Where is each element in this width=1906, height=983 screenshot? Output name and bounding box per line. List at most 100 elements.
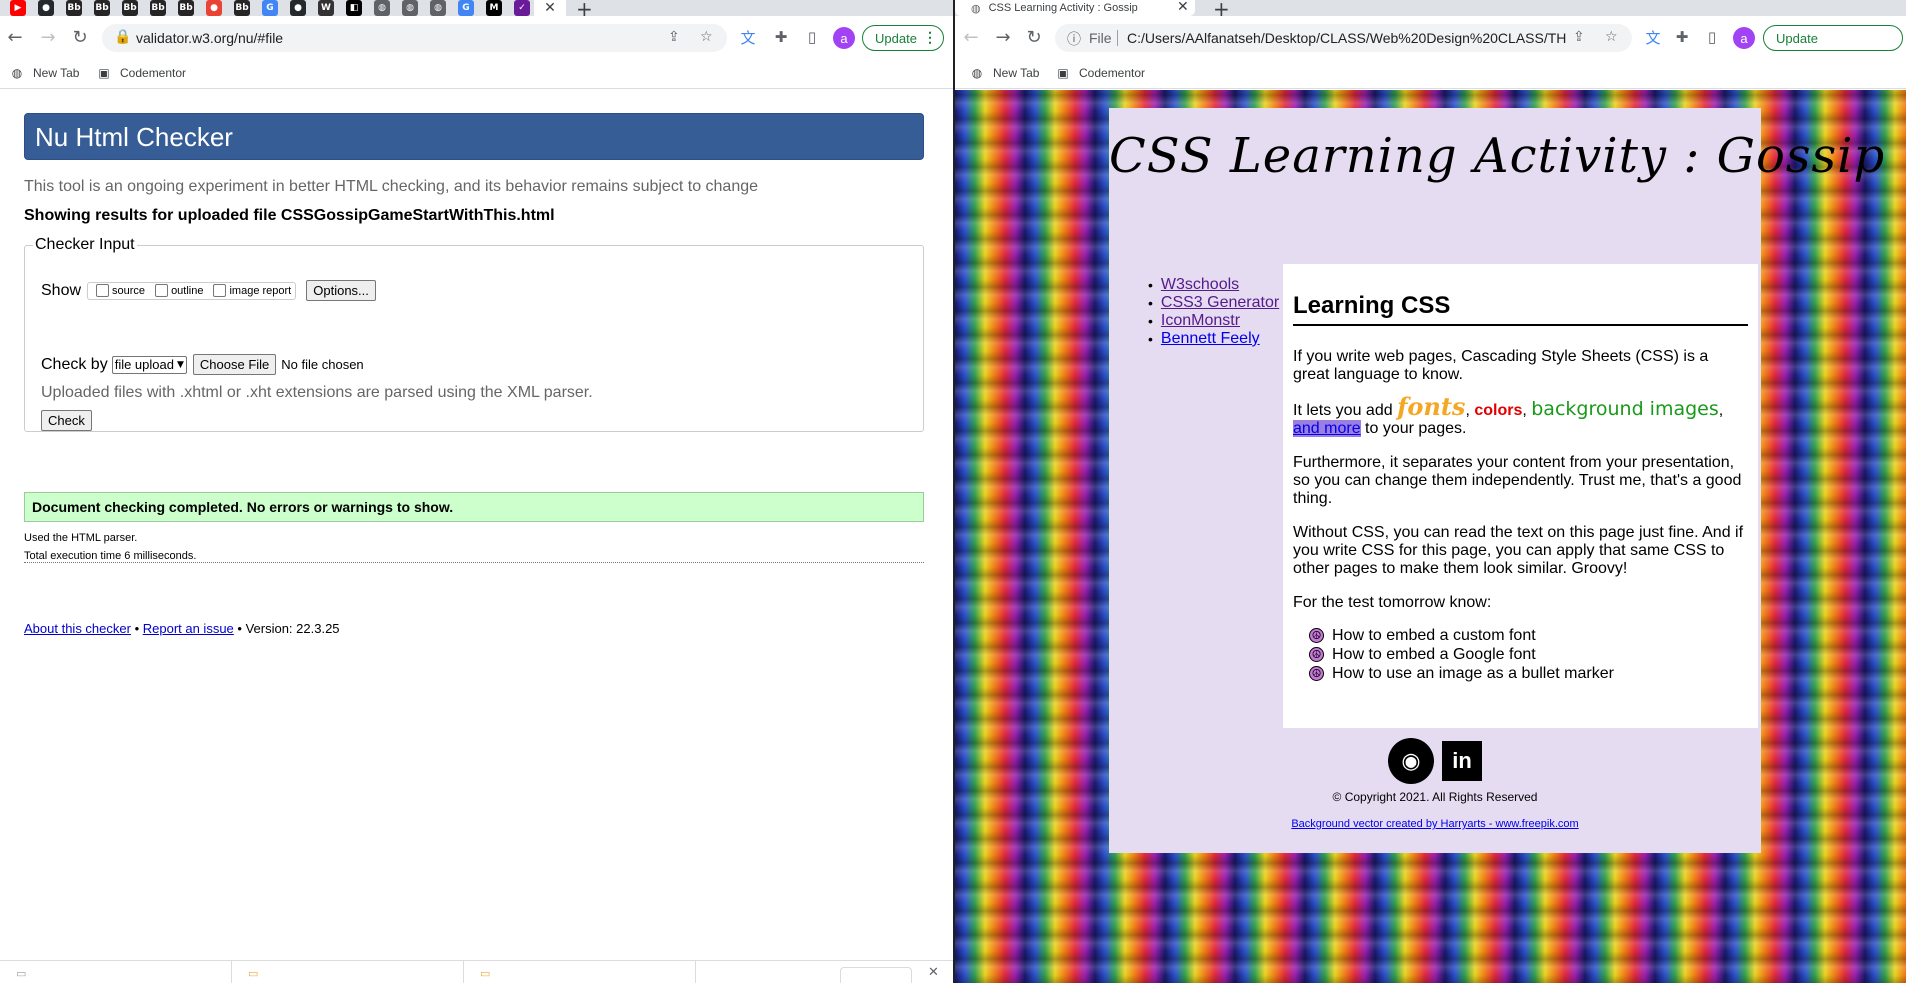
checker-input-legend: Checker Input [35,236,135,253]
forward-icon[interactable]: → [36,25,60,49]
download-item[interactable]: ▭ [0,961,232,983]
browser-tab[interactable]: ◍ [398,0,422,16]
update-button[interactable]: Update ⋮ [862,25,944,51]
browser-tab[interactable]: G [454,0,478,16]
browser-tab[interactable]: ● [286,0,310,16]
about-link[interactable]: About this checker [24,621,131,636]
github-icon[interactable]: ◉ [1388,738,1434,784]
browser-tab[interactable]: ✓ [510,0,534,16]
bookmark-label: Codementor [1079,66,1146,80]
new-tab-icon[interactable]: + [576,0,593,16]
browser-tab[interactable]: Bb [118,0,142,16]
lock-icon[interactable]: 🔒 [114,29,131,45]
update-button[interactable]: Update ⋮ [1763,25,1903,51]
freepik-credit-link[interactable]: Background vector created by Harryarts -… [1291,818,1578,830]
browser-tab[interactable]: ◍ [426,0,450,16]
bookmark-star-icon[interactable]: ☆ [1605,29,1618,45]
share-icon[interactable]: ⇪ [1573,29,1585,45]
choose-file-button[interactable]: Choose File [192,354,277,375]
right-browser-window: ◍ CSS Learning Activity : Gossip ✕ + ← →… [955,0,1906,983]
bookmark-star-icon[interactable]: ☆ [700,29,713,45]
browser-tab[interactable]: Bb [90,0,114,16]
browser-tab[interactable]: G [258,0,282,16]
share-icon[interactable]: ⇪ [668,29,680,45]
nav-link-iconmonstr[interactable]: IconMonstr [1161,312,1240,330]
tab-title: CSS Learning Activity : Gossip [988,2,1138,14]
linkedin-icon[interactable]: in [1442,741,1482,781]
browser-tab[interactable]: Bb [62,0,86,16]
extensions-puzzle-icon[interactable]: ✚ [1672,27,1692,47]
tab-strip: ◍ CSS Learning Activity : Gossip ✕ + [955,0,1906,16]
globe-icon: ◍ [430,0,446,16]
info-icon[interactable]: ⓘ [1067,29,1081,49]
fonts-word: fonts [1397,392,1466,421]
browser-tab[interactable]: ● [202,0,226,16]
bookmark-new-tab[interactable]: ◍ New Tab [9,66,80,80]
bookmark-new-tab[interactable]: ◍ New Tab [969,66,1040,80]
download-item[interactable]: ▭ [464,961,696,983]
new-tab-icon[interactable]: + [1213,0,1230,16]
report-issue-link[interactable]: Report an issue [143,621,234,636]
source-checkbox[interactable] [96,284,110,297]
browser-tab[interactable]: Bb [174,0,198,16]
nav-link-css3-generator[interactable]: CSS3 Generator [1161,294,1279,312]
close-icon[interactable]: ✕ [928,965,939,980]
address-bar[interactable]: 🔒 validator.w3.org/nu/#file ⇪ ☆ [102,24,727,52]
main-content: Learning CSS If you write web pages, Cas… [1283,264,1758,728]
tab-css-gossip[interactable]: ◍ CSS Learning Activity : Gossip ✕ [955,0,1195,16]
chevron-down-icon: ▼ [176,359,184,370]
address-bar[interactable]: ⓘ File C:/Users/AAlfanatseh/Desktop/CLAS… [1055,24,1632,52]
options-button[interactable]: Options... [306,280,376,301]
browser-tab[interactable]: M [482,0,506,16]
show-all-button[interactable] [840,967,912,983]
globe-icon: ◍ [971,1,981,15]
browser-tab[interactable]: ● [34,0,58,16]
nav-link-bennett-feely[interactable]: Bennett Feely [1161,330,1260,348]
check-button[interactable]: Check [41,410,92,431]
back-icon[interactable]: ← [959,25,983,49]
profile-avatar[interactable]: a [833,27,855,49]
p2-text: to your pages. [1360,420,1467,437]
url-text: validator.w3.org/nu/#file [136,30,284,46]
browser-tab[interactable]: ◧ [342,0,366,16]
codementor-icon: ▣ [1057,66,1069,80]
nav-item: IconMonstr [1148,312,1279,330]
browser-tab[interactable]: Bb [230,0,254,16]
tab-close-area[interactable]: ✕ [534,0,566,16]
bookmark-label: New Tab [33,66,80,80]
browser-tab[interactable]: ▶ [6,0,30,16]
back-icon[interactable]: ← [3,25,27,49]
browser-tab[interactable]: W [314,0,338,16]
update-label: Update [1776,30,1818,46]
globe-icon: ◍ [11,66,23,80]
source-label: source [112,284,146,297]
nav-item: W3schools [1148,276,1279,294]
reload-icon[interactable]: ↻ [1022,25,1046,49]
paragraph-5: For the test tomorrow know: [1293,594,1492,611]
bookmark-codementor[interactable]: ▣ Codementor [96,66,186,80]
close-icon[interactable]: ✕ [544,0,556,16]
translate-extension-icon[interactable]: 文 [1643,27,1663,47]
reload-icon[interactable]: ↻ [68,25,92,49]
extensions-puzzle-icon[interactable]: ✚ [771,27,791,47]
nav-link-w3schools[interactable]: W3schools [1161,276,1239,294]
side-panel-icon[interactable]: ▯ [802,27,822,47]
browser-tab[interactable]: ◍ [370,0,394,16]
check-by-select[interactable]: file upload ▼ [111,355,187,374]
translate-extension-icon[interactable]: 文 [738,27,758,47]
profile-avatar[interactable]: a [1733,27,1755,49]
background-images-word: background images [1531,398,1719,420]
close-icon[interactable]: ✕ [1177,0,1189,15]
forward-icon[interactable]: → [991,25,1015,49]
divider [24,562,924,563]
browser-toolbar: ← → ↻ 🔒 validator.w3.org/nu/#file ⇪ ☆ 文 … [0,16,953,60]
menu-dots-icon[interactable]: ⋮ [923,29,937,46]
browser-tab[interactable]: Bb [146,0,170,16]
download-item[interactable]: ▭ [232,961,464,983]
outline-checkbox[interactable] [155,284,169,297]
image-report-checkbox[interactable] [213,284,227,297]
and-more-link[interactable]: and more [1293,420,1361,437]
bookmark-codementor[interactable]: ▣ Codementor [1055,66,1145,80]
xml-parser-note: Uploaded files with .xhtml or .xht exten… [41,384,593,401]
side-panel-icon[interactable]: ▯ [1702,27,1722,47]
